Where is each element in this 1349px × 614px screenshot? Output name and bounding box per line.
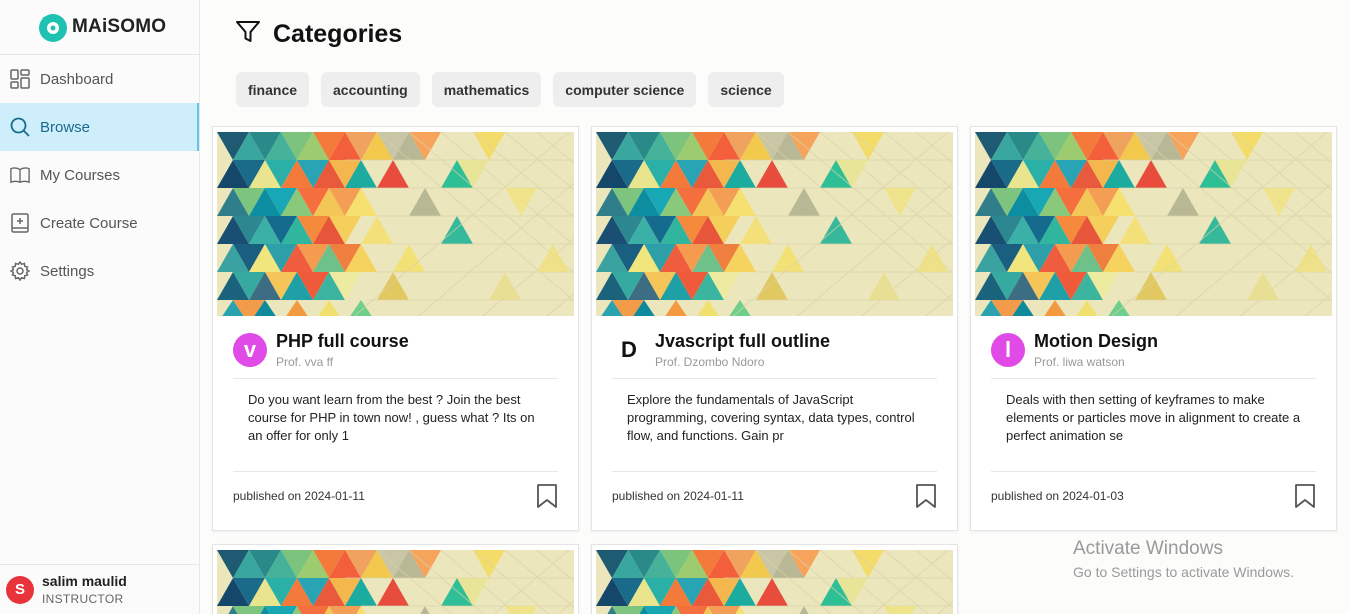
bookmark-icon[interactable] [1294,483,1316,509]
sidebar-item-dashboard[interactable]: Dashboard [0,55,199,103]
windows-activation-watermark: Activate Windows Go to Settings to activ… [1073,538,1294,580]
sidebar-item-create-course[interactable]: Create Course [0,199,199,247]
app-root: MAiSOMO Dashboard Browse My Courses Crea… [0,0,1349,614]
course-thumbnail [217,550,574,614]
category-chip-science[interactable]: science [708,72,784,107]
book-icon [10,165,30,185]
published-date: published on 2024-01-03 [991,489,1124,503]
bookmark-icon[interactable] [536,483,558,509]
course-title-block: PHP full course Prof. vva ff [276,331,409,369]
category-chips: finance accounting mathematics computer … [236,72,784,107]
course-description: Explore the fundamentals of JavaScript p… [627,392,915,443]
user-info: salim maulid INSTRUCTOR [42,573,127,606]
brand-logo[interactable]: MAiSOMO [0,0,199,55]
course-author: Prof. vva ff [276,355,334,369]
course-author: Prof. Dzombo Ndoro [655,355,765,369]
course-title[interactable]: Motion Design [1034,331,1158,352]
course-card[interactable] [212,544,579,614]
user-name: salim maulid [42,573,127,589]
sidebar-item-settings[interactable]: Settings [0,247,199,295]
search-icon [10,117,30,137]
sidebar-item-my-courses[interactable]: My Courses [0,151,199,199]
watermark-title: Activate Windows [1073,538,1223,559]
course-title-block: Jvascript full outline Prof. Dzombo Ndor… [655,331,830,369]
sidebar-item-label: Browse [40,118,91,136]
course-footer: published on 2024-01-11 [612,472,937,520]
sidebar-nav: Dashboard Browse My Courses Create Cours… [0,55,199,295]
logo-icon [38,12,68,42]
course-initial-badge: v [233,333,267,367]
course-thumbnail [596,132,953,316]
user-role: INSTRUCTOR [42,592,124,606]
course-thumbnail [975,132,1332,316]
course-card-body: D Jvascript full outline Prof. Dzombo Nd… [612,330,937,520]
category-chip-mathematics[interactable]: mathematics [431,72,542,107]
published-date: published on 2024-01-11 [233,489,365,503]
course-title-block: Motion Design Prof. liwa watson [1034,331,1158,369]
add-book-icon [10,213,30,233]
course-thumbnail [217,132,574,316]
course-card[interactable]: D Jvascript full outline Prof. Dzombo Nd… [591,126,958,531]
sidebar-item-label: Settings [40,262,95,280]
user-profile[interactable]: S salim maulid INSTRUCTOR [0,564,199,614]
course-card-body: l Motion Design Prof. liwa watson Deals … [991,330,1316,520]
sidebar-item-label: Create Course [40,214,138,232]
course-footer: published on 2024-01-11 [233,472,558,520]
course-thumbnail [596,550,953,614]
course-initial-badge: D [621,337,637,362]
published-date: published on 2024-01-11 [612,489,744,503]
grid-icon [10,69,30,89]
course-card[interactable] [591,544,958,614]
sidebar-item-label: Dashboard [40,70,114,88]
course-header: D Jvascript full outline Prof. Dzombo Nd… [612,330,937,370]
sidebar: MAiSOMO Dashboard Browse My Courses Crea… [0,0,200,614]
category-chip-accounting[interactable]: accounting [321,72,420,107]
course-footer: published on 2024-01-03 [991,472,1316,520]
course-description: Deals with then setting of keyframes to … [1006,392,1301,443]
course-card-body: v PHP full course Prof. vva ff Do you wa… [233,330,558,520]
avatar: S [6,575,34,604]
course-initial-badge: l [991,333,1025,367]
page-header: Categories [235,20,402,49]
app-name: MAiSOMO [72,16,167,37]
sidebar-item-browse[interactable]: Browse [0,103,199,151]
bookmark-icon[interactable] [915,483,937,509]
course-card[interactable]: v PHP full course Prof. vva ff Do you wa… [212,126,579,531]
course-header: l Motion Design Prof. liwa watson [991,330,1316,370]
filter-icon[interactable] [235,20,261,49]
sidebar-item-label: My Courses [40,166,121,184]
gear-icon [10,261,30,281]
watermark-subtitle: Go to Settings to activate Windows. [1073,564,1294,580]
course-description: Do you want learn from the best ? Join t… [248,392,535,443]
course-card[interactable]: l Motion Design Prof. liwa watson Deals … [970,126,1337,531]
course-title[interactable]: PHP full course [276,331,409,352]
course-title[interactable]: Jvascript full outline [655,331,830,352]
page-title: Categories [273,20,403,48]
course-author: Prof. liwa watson [1034,355,1125,369]
category-chip-finance[interactable]: finance [236,72,310,107]
course-header: v PHP full course Prof. vva ff [233,330,558,370]
category-chip-computer-science[interactable]: computer science [553,72,697,107]
